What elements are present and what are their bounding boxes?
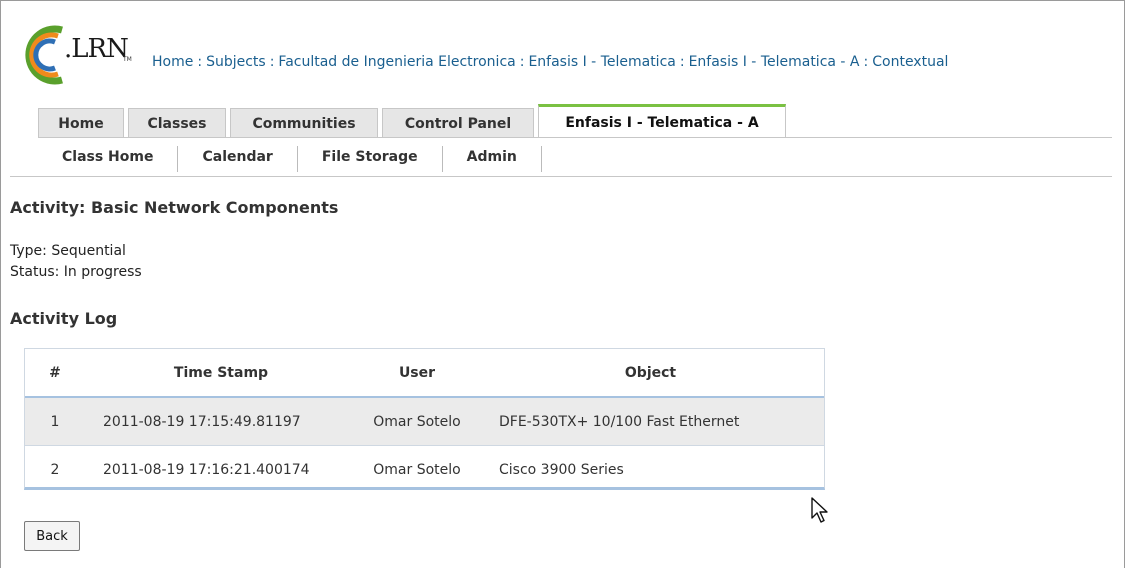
- column-header-time-stamp: Time Stamp: [85, 349, 357, 398]
- breadcrumb: Home: Subjects: Facultad de Ingenieria Ele…: [152, 54, 949, 70]
- breadcrumb-subjects[interactable]: Subjects: [206, 54, 266, 70]
- activity-status: Status: In progress: [10, 264, 142, 280]
- activity-type: Type: Sequential: [10, 243, 126, 259]
- cell-user: Omar Sotelo: [373, 461, 461, 478]
- mouse-pointer-icon: [811, 497, 828, 523]
- activity-meta: Type: Sequential Status: In progress: [10, 241, 142, 283]
- column-header-number: #: [25, 349, 85, 398]
- subnav-calendar[interactable]: Calendar: [178, 146, 298, 172]
- cell-time-stamp: 2011-08-19 17:16:21.400174: [103, 461, 310, 478]
- table-row: 1 2011-08-19 17:15:49.81197 Omar Sotelo …: [25, 397, 824, 446]
- breadcrumb-faculty[interactable]: Facultad de Ingenieria Electronica: [278, 54, 515, 70]
- table-row: 2 2011-08-19 17:16:21.400174 Omar Sotelo…: [25, 446, 824, 494]
- tab-control-panel[interactable]: Control Panel: [382, 108, 534, 138]
- breadcrumb-class[interactable]: Enfasis I - Telematica - A: [689, 54, 860, 70]
- tab-home[interactable]: Home: [38, 108, 124, 138]
- subnav-file-storage[interactable]: File Storage: [298, 146, 443, 172]
- cell-object: Cisco 3900 Series: [499, 461, 624, 478]
- table-header-row: # Time Stamp User Object: [25, 349, 824, 398]
- cell-number: 1: [25, 397, 85, 446]
- activity-log-title: Activity Log: [10, 309, 118, 328]
- cell-number: 2: [50, 461, 60, 478]
- column-header-user: User: [357, 349, 477, 398]
- breadcrumb-home[interactable]: Home: [152, 54, 193, 70]
- subnav-divider: [10, 176, 1112, 177]
- activity-log-table: # Time Stamp User Object 1 2011-08-19 17…: [24, 348, 825, 490]
- cell-time-stamp: 2011-08-19 17:15:49.81197: [85, 397, 357, 446]
- tab-enfasis-telematica-a[interactable]: Enfasis I - Telematica - A: [538, 104, 786, 138]
- subnav-class-home[interactable]: Class Home: [40, 146, 179, 172]
- logo-trademark: TM: [123, 56, 132, 63]
- tab-classes[interactable]: Classes: [128, 108, 226, 138]
- breadcrumb-subject[interactable]: Enfasis I - Telematica: [528, 54, 675, 70]
- dotlrn-logo[interactable]: .LRN TM: [22, 24, 132, 86]
- tab-communities[interactable]: Communities: [230, 108, 378, 138]
- logo-text: .LRN: [64, 34, 129, 64]
- cell-object: DFE-530TX+ 10/100 Fast Ethernet: [477, 397, 824, 446]
- back-button[interactable]: Back: [24, 521, 80, 551]
- subnav-admin[interactable]: Admin: [443, 146, 542, 172]
- breadcrumb-contextual[interactable]: Contextual: [872, 54, 948, 70]
- main-tabs: Home Classes Communities Control Panel E…: [38, 104, 790, 138]
- column-header-object: Object: [477, 349, 824, 398]
- class-subnav: Class Home Calendar File Storage Admin: [40, 146, 542, 174]
- activity-title: Activity: Basic Network Components: [10, 198, 339, 217]
- tabs-divider: [38, 137, 1112, 138]
- cell-user: Omar Sotelo: [357, 397, 477, 446]
